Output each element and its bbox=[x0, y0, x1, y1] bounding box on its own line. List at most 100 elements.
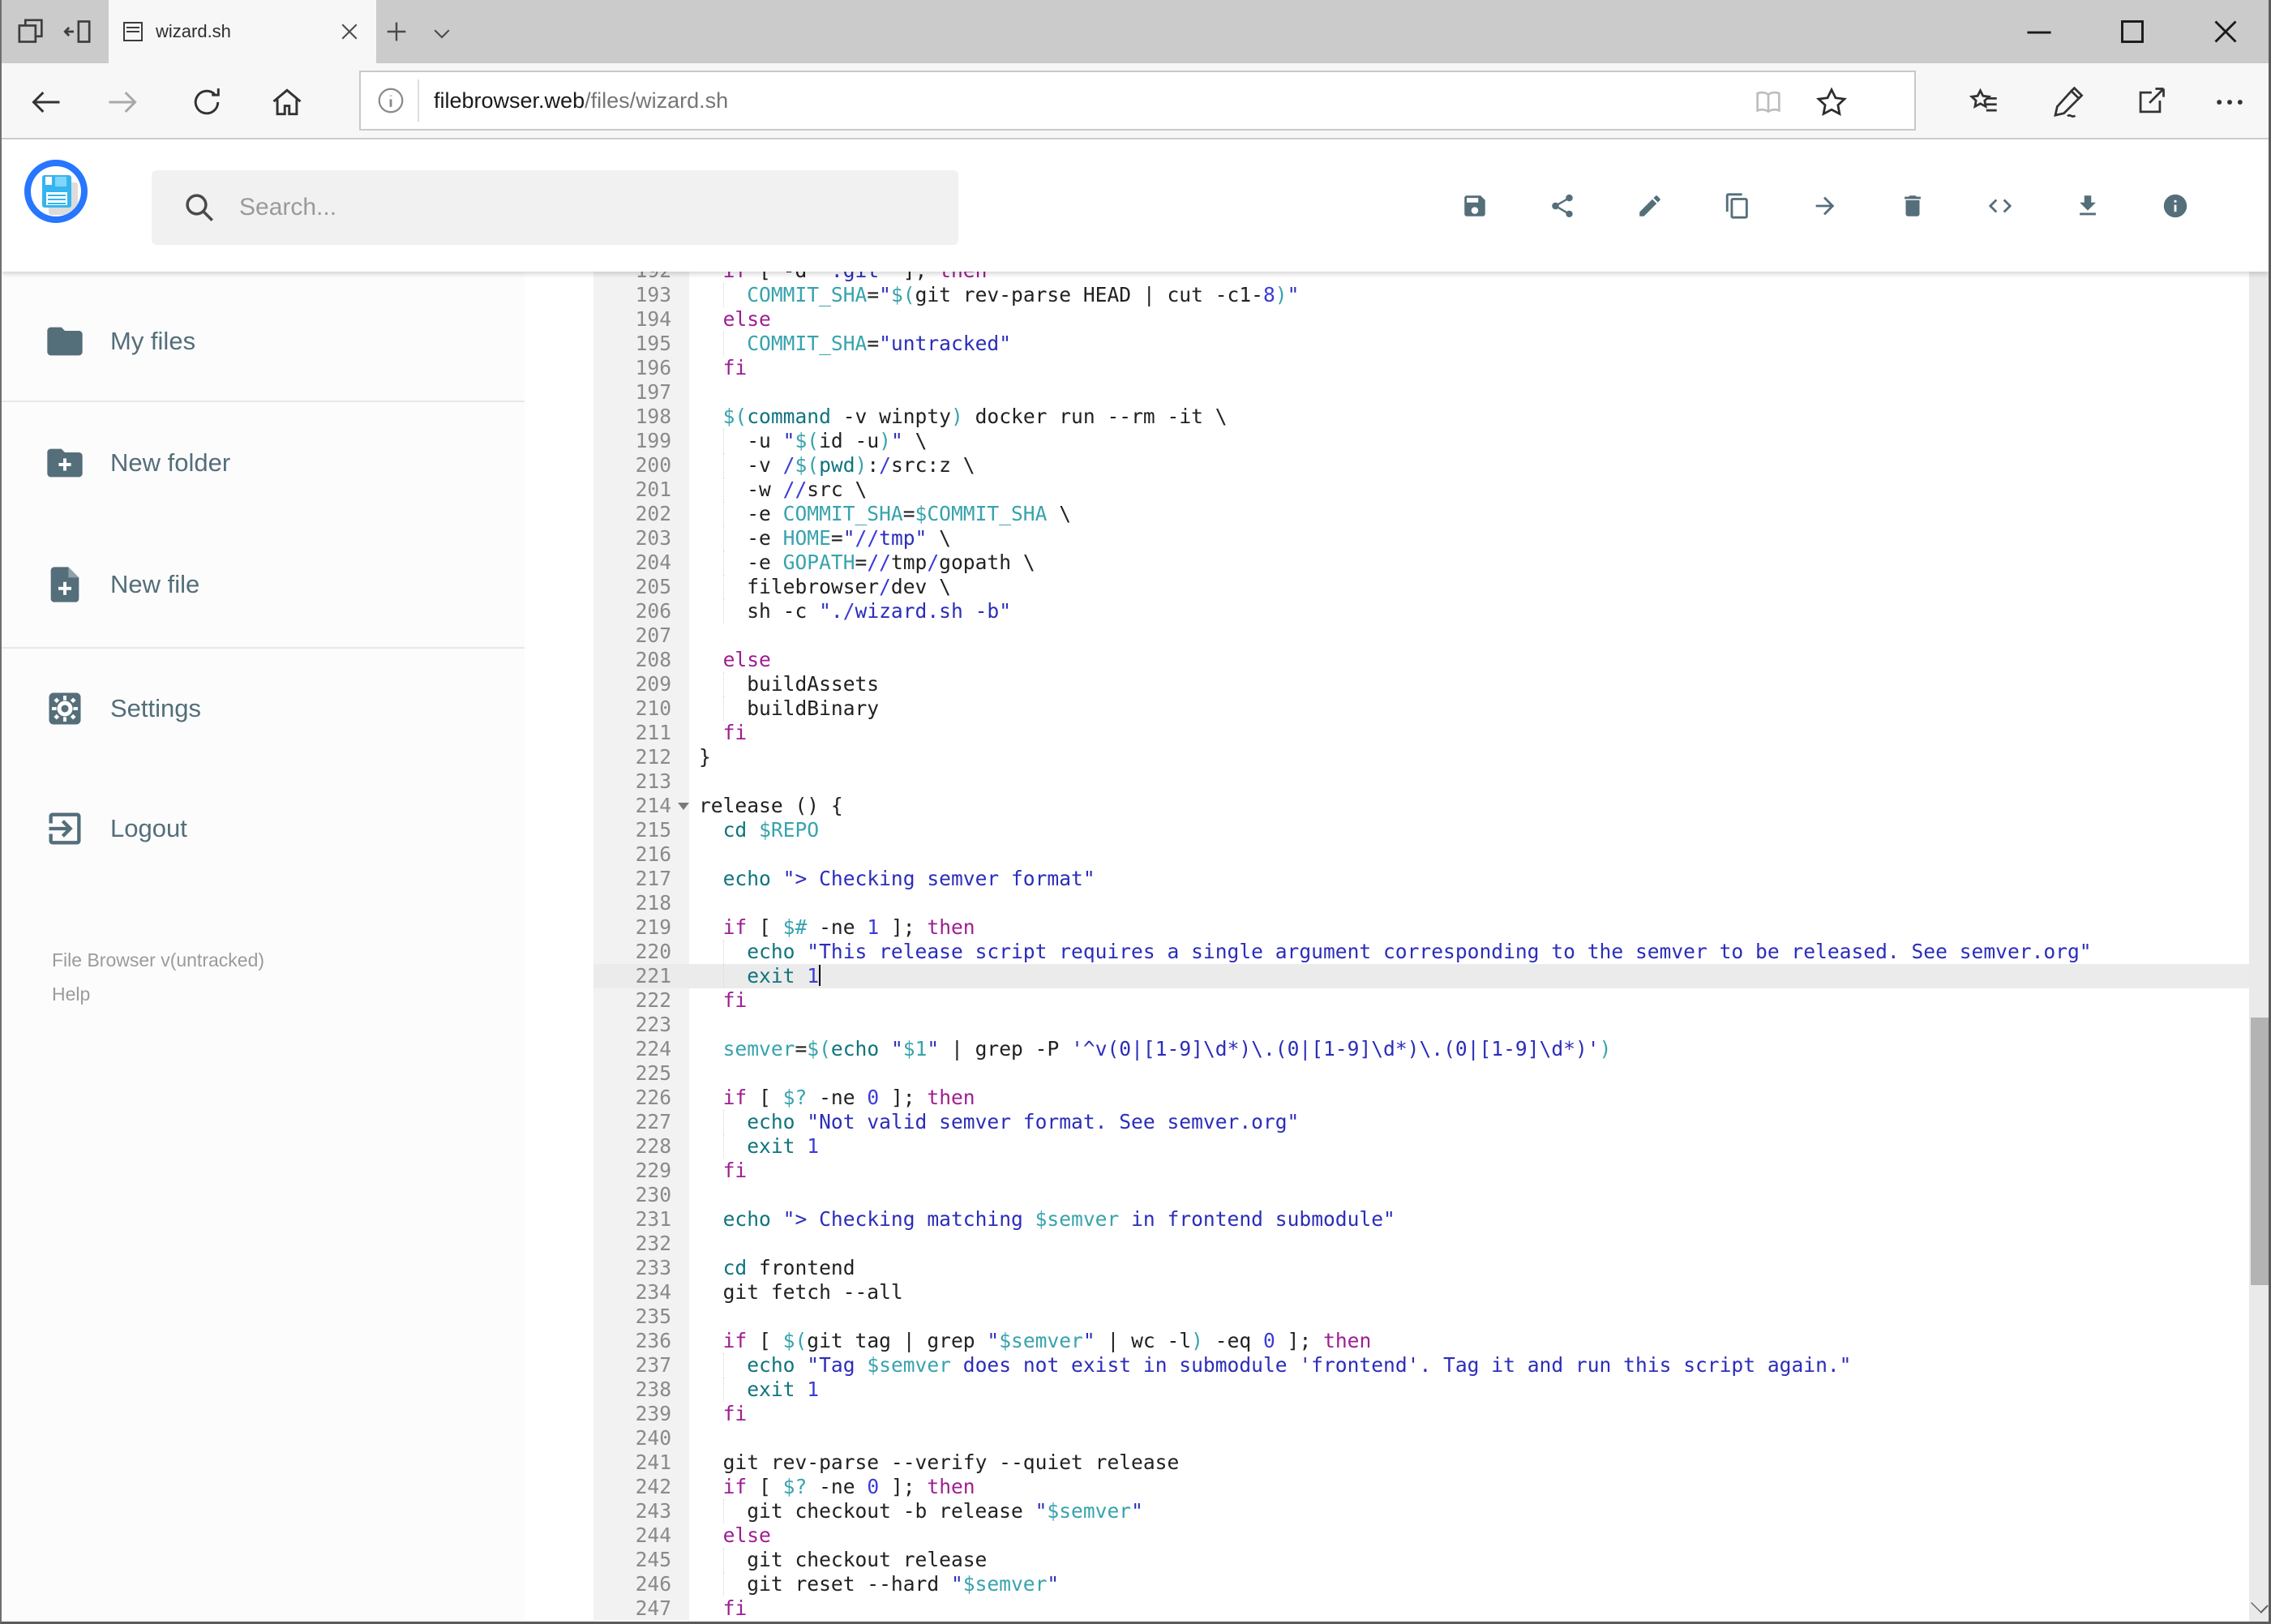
code-line[interactable]: 209 buildAssets bbox=[593, 672, 2249, 696]
code-line[interactable]: 224 semver=$(echo "$1" | grep -P '^v(0|[… bbox=[593, 1037, 2249, 1061]
code-line[interactable]: 207 bbox=[593, 623, 2249, 648]
code-line[interactable]: 201 -w //src \ bbox=[593, 478, 2249, 502]
code-line[interactable]: 205 filebrowser/dev \ bbox=[593, 575, 2249, 599]
tabs-preview-icon[interactable] bbox=[15, 15, 47, 48]
code-line[interactable]: 235 bbox=[593, 1305, 2249, 1329]
code-line[interactable]: 226 if [ $? -ne 0 ]; then bbox=[593, 1086, 2249, 1110]
scrollbar-thumb[interactable] bbox=[2251, 1018, 2269, 1285]
reading-view-icon[interactable] bbox=[1752, 86, 1785, 118]
code-line[interactable]: 229 fi bbox=[593, 1159, 2249, 1183]
sidebar-item-my-files[interactable]: My files bbox=[2, 281, 525, 401]
download-button[interactable] bbox=[2074, 192, 2102, 220]
code-line[interactable]: 238 exit 1 bbox=[593, 1378, 2249, 1402]
tab-close-icon[interactable] bbox=[337, 19, 362, 44]
code-line[interactable]: 231 echo "> Checking matching $semver in… bbox=[593, 1207, 2249, 1232]
code-line[interactable]: 204 -e GOPATH=//tmp/gopath \ bbox=[593, 551, 2249, 575]
code-line[interactable]: 220 echo "This release script requires a… bbox=[593, 940, 2249, 964]
code-line[interactable]: 216 bbox=[593, 842, 2249, 867]
code-line[interactable]: 203 -e HOME="//tmp" \ bbox=[593, 526, 2249, 551]
code-line[interactable]: 195 COMMIT_SHA="untracked" bbox=[593, 332, 2249, 356]
code-line[interactable]: 237 echo "Tag $semver does not exist in … bbox=[593, 1353, 2249, 1378]
code-line[interactable]: 206 sh -c "./wizard.sh -b" bbox=[593, 599, 2249, 623]
code-line[interactable]: 222 fi bbox=[593, 988, 2249, 1013]
code-line[interactable]: 218 bbox=[593, 891, 2249, 915]
code-line[interactable]: 214 release () { bbox=[593, 794, 2249, 818]
window-minimize-button[interactable] bbox=[2019, 11, 2059, 52]
set-aside-tabs-icon[interactable] bbox=[62, 15, 94, 48]
back-button[interactable] bbox=[28, 84, 64, 120]
code-line[interactable]: 221 exit 1 bbox=[593, 964, 2249, 988]
more-options-icon[interactable] bbox=[2212, 84, 2247, 120]
code-line[interactable]: 241 git rev-parse --verify --quiet relea… bbox=[593, 1450, 2249, 1475]
web-notes-pen-icon[interactable] bbox=[2051, 84, 2087, 120]
code-line[interactable]: 239 fi bbox=[593, 1402, 2249, 1426]
code-line[interactable]: 212} bbox=[593, 745, 2249, 769]
fold-arrow-icon[interactable] bbox=[678, 803, 689, 810]
code-line[interactable]: 242 if [ $? -ne 0 ]; then bbox=[593, 1475, 2249, 1499]
favorites-hub-icon[interactable] bbox=[1967, 84, 2003, 120]
code-line[interactable]: 245 git checkout release bbox=[593, 1548, 2249, 1572]
refresh-button[interactable] bbox=[189, 84, 225, 120]
code-line[interactable]: 246 git reset --hard "$semver" bbox=[593, 1572, 2249, 1596]
window-maximize-button[interactable] bbox=[2112, 11, 2153, 52]
sidebar-item-logout[interactable]: Logout bbox=[2, 769, 525, 889]
help-link[interactable]: Help bbox=[52, 977, 264, 1011]
code-line[interactable]: 198 $(command -v winpty) docker run --rm… bbox=[593, 405, 2249, 429]
code-line[interactable]: 219 if [ $# -ne 1 ]; then bbox=[593, 915, 2249, 940]
code-line[interactable]: 210 buildBinary bbox=[593, 696, 2249, 721]
code-line[interactable]: 215 cd $REPO bbox=[593, 818, 2249, 842]
sidebar-item-new-file[interactable]: New file bbox=[2, 525, 525, 645]
save-button[interactable] bbox=[1461, 192, 1489, 220]
code-line[interactable]: 236 if [ $(git tag | grep "$semver" | wc… bbox=[593, 1329, 2249, 1353]
code-line[interactable]: 228 exit 1 bbox=[593, 1134, 2249, 1159]
code-line[interactable]: 247 fi bbox=[593, 1596, 2249, 1621]
code-line[interactable]: 200 -v /$(pwd):/src:z \ bbox=[593, 453, 2249, 478]
code-line[interactable]: 232 bbox=[593, 1232, 2249, 1256]
code-line[interactable]: 244 else bbox=[593, 1523, 2249, 1548]
new-tab-button[interactable] bbox=[383, 18, 410, 45]
code-line[interactable]: 199 -u "$(id -u)" \ bbox=[593, 429, 2249, 453]
code-line[interactable]: 202 -e COMMIT_SHA=$COMMIT_SHA \ bbox=[593, 502, 2249, 526]
code-line[interactable]: 197 bbox=[593, 380, 2249, 405]
sidebar-item-settings[interactable]: Settings bbox=[2, 649, 525, 769]
tab-list-chevron-icon[interactable] bbox=[430, 21, 454, 45]
code-line[interactable]: 223 bbox=[593, 1013, 2249, 1037]
code-line[interactable]: 213 bbox=[593, 769, 2249, 794]
page-scrollbar[interactable] bbox=[2249, 139, 2269, 1622]
delete-button[interactable] bbox=[1899, 192, 1926, 220]
filebrowser-logo[interactable] bbox=[24, 160, 88, 223]
share-button[interactable] bbox=[1549, 192, 1576, 220]
code-line[interactable]: 227 echo "Not valid semver format. See s… bbox=[593, 1110, 2249, 1134]
url-field[interactable]: filebrowser.web/files/wizard.sh bbox=[359, 71, 1916, 131]
code-line[interactable]: 196 fi bbox=[593, 356, 2249, 380]
code-editor[interactable]: 192 if [ -d ".git" ]; then193 COMMIT_SHA… bbox=[593, 272, 2249, 1622]
code-line[interactable]: 234 git fetch --all bbox=[593, 1280, 2249, 1305]
forward-button[interactable] bbox=[105, 84, 140, 120]
site-info-icon[interactable] bbox=[375, 85, 406, 116]
edit-button[interactable] bbox=[1636, 192, 1664, 220]
code-line[interactable]: 211 fi bbox=[593, 721, 2249, 745]
info-button[interactable] bbox=[2162, 192, 2189, 220]
code-line[interactable]: 208 else bbox=[593, 648, 2249, 672]
code-line[interactable]: 193 COMMIT_SHA="$(git rev-parse HEAD | c… bbox=[593, 283, 2249, 307]
move-button[interactable] bbox=[1811, 192, 1839, 220]
search-input[interactable] bbox=[238, 193, 889, 222]
search-box[interactable] bbox=[152, 170, 958, 245]
code-line[interactable]: 194 else bbox=[593, 307, 2249, 332]
code-line[interactable]: 240 bbox=[593, 1426, 2249, 1450]
sidebar-item-new-folder[interactable]: New folder bbox=[2, 403, 525, 523]
share-page-icon[interactable] bbox=[2132, 84, 2168, 120]
add-favorite-star-icon[interactable] bbox=[1814, 84, 1849, 120]
tab-wizard-sh[interactable]: wizard.sh bbox=[109, 0, 376, 63]
code-line[interactable]: 230 bbox=[593, 1183, 2249, 1207]
code-line[interactable]: 225 bbox=[593, 1061, 2249, 1086]
code-line[interactable]: 217 echo "> Checking semver format" bbox=[593, 867, 2249, 891]
window-close-button[interactable] bbox=[2205, 11, 2246, 52]
code-line[interactable]: 233 cd frontend bbox=[593, 1256, 2249, 1280]
code-button[interactable] bbox=[1986, 192, 2014, 220]
scroll-down-arrow-icon[interactable] bbox=[2251, 1596, 2269, 1613]
code-line[interactable]: 243 git checkout -b release "$semver" bbox=[593, 1499, 2249, 1523]
copy-button[interactable] bbox=[1724, 192, 1751, 220]
home-button[interactable] bbox=[269, 84, 305, 120]
code-line[interactable]: 192 if [ -d ".git" ]; then bbox=[593, 272, 2249, 283]
